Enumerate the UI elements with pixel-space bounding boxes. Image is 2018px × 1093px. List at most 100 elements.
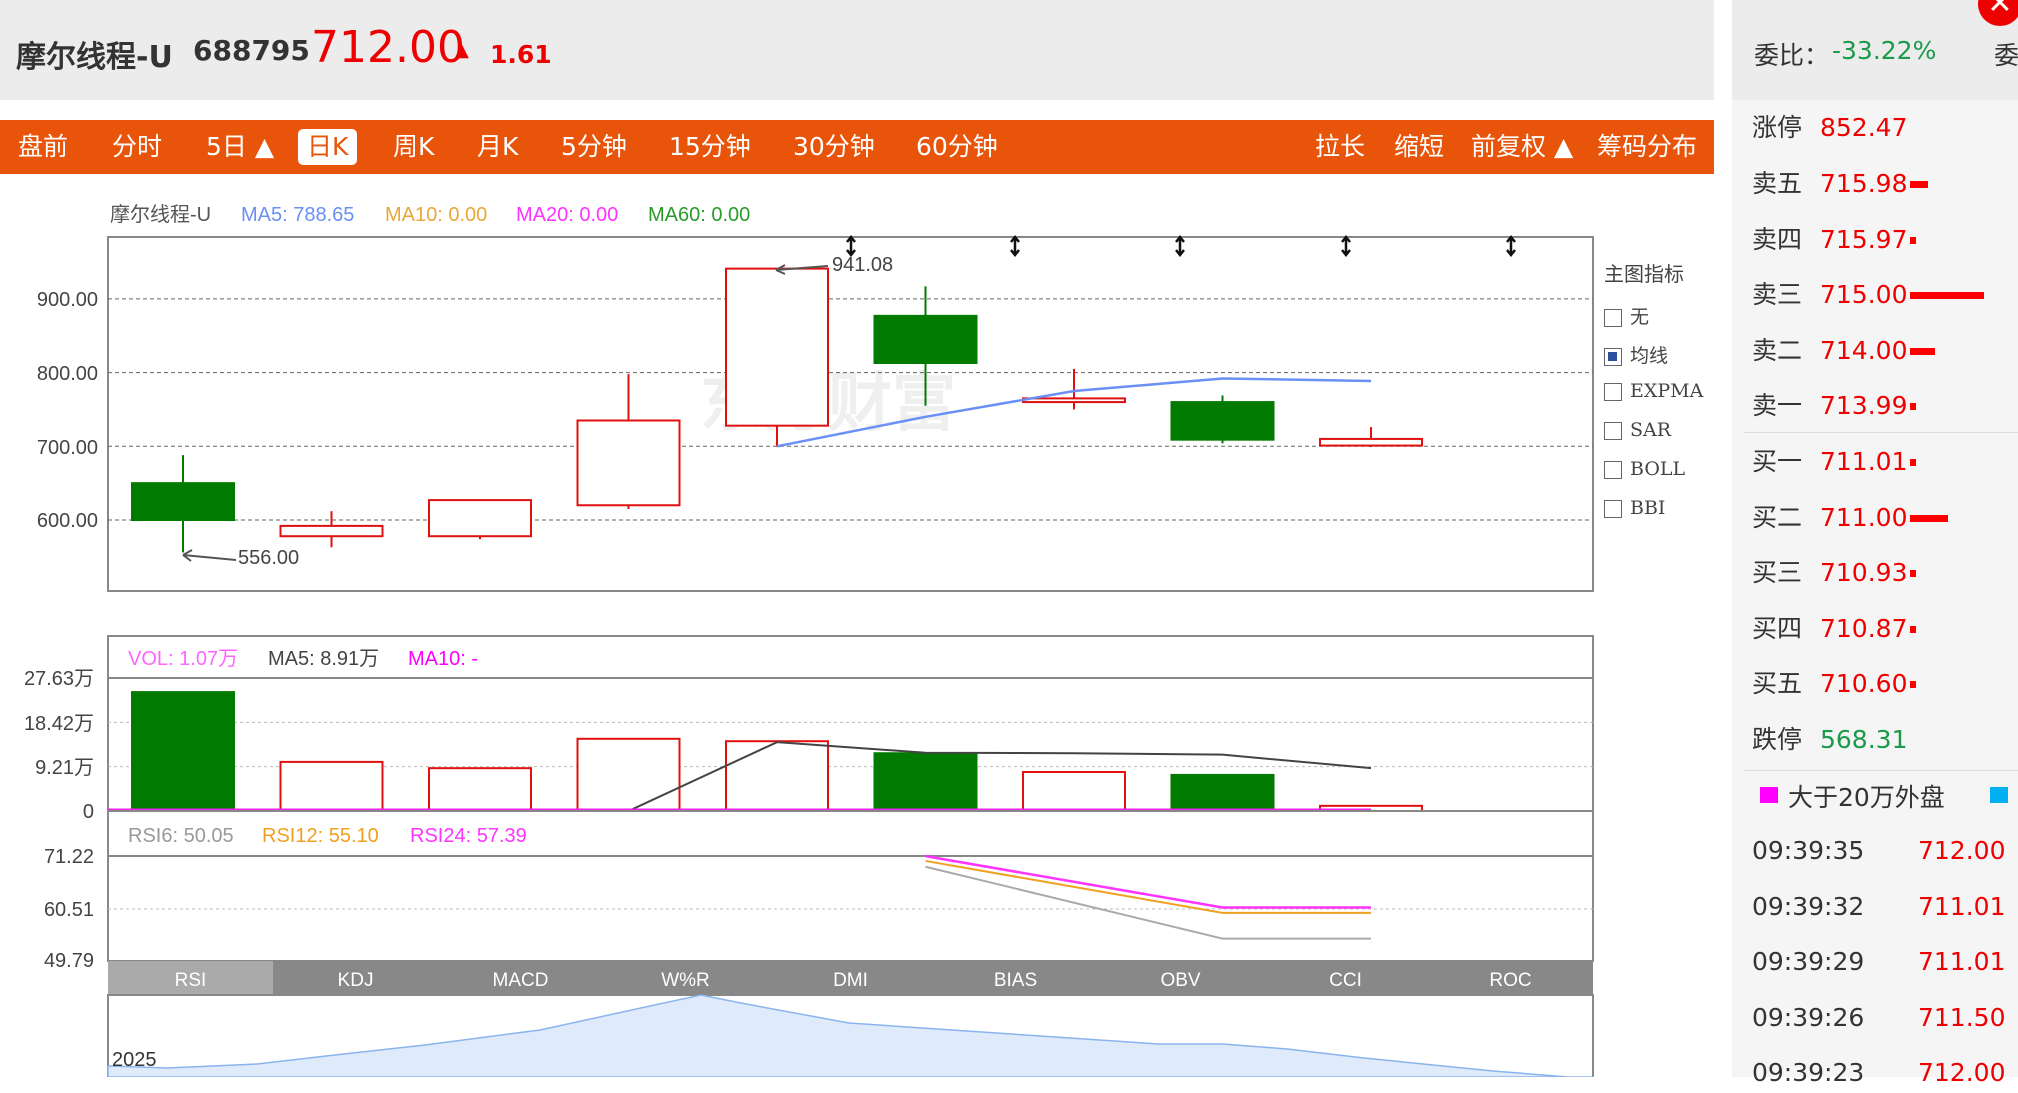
candle-body: [576, 419, 681, 507]
date-marker-icon: [1341, 234, 1351, 258]
volume-bar: [1910, 625, 1916, 633]
trade-time: 09:39:29: [1752, 947, 1865, 976]
level-label: 卖五: [1752, 169, 1803, 198]
level-price: 714.00: [1820, 335, 1908, 365]
level-label: 卖四: [1752, 224, 1803, 254]
candle-body: [279, 524, 384, 538]
bid-row: 买四 710.87: [1752, 609, 1916, 649]
trade-time: 09:39:35: [1752, 836, 1865, 865]
limit-up-row: 涨停 852.47: [1752, 108, 1907, 148]
main-indicator-title: 主图指标: [1604, 262, 1684, 286]
indicator-option[interactable]: BOLL: [1604, 458, 1685, 480]
candle-body: [725, 267, 829, 427]
level-price: 711.00: [1820, 502, 1908, 532]
candle-body: [1319, 437, 1423, 447]
vol-ma5-legend: MA5: 8.91万: [268, 648, 379, 670]
rsi-tick: 49.79: [44, 950, 94, 972]
order-ratio-bar: 委比： -33.22% 委 ✕: [1732, 0, 2018, 100]
trade-price: 711.50: [1918, 1002, 2006, 1032]
volume-bar: [428, 767, 532, 812]
trade-row: 09:39:26 711.50: [1752, 998, 2012, 1038]
volume-bar: [131, 691, 235, 813]
level-label: 买一: [1752, 447, 1803, 476]
trade-time: 09:39:26: [1752, 1002, 1865, 1032]
level-price: 715.97: [1820, 224, 1908, 254]
overview-navigator[interactable]: [107, 994, 1594, 1077]
divider: [1744, 432, 2018, 433]
indicator-option-label: 均线: [1630, 345, 1669, 367]
date-marker-icon: [1506, 234, 1516, 258]
level-label: 卖二: [1752, 335, 1803, 365]
indicator-option[interactable]: 无: [1604, 302, 1649, 329]
volume-bar: [725, 740, 829, 813]
indicator-tab-label: RSI: [175, 970, 207, 991]
volume-bar: [1910, 681, 1916, 688]
indicator-tab-label: DMI: [833, 970, 868, 991]
volume-grid: [108, 721, 1593, 768]
legend-ma5: MA5: 788.65: [241, 204, 354, 226]
low-annotation: 556.00: [238, 547, 299, 569]
checkbox-icon[interactable]: [1604, 383, 1622, 401]
level-price: 710.60: [1820, 669, 1908, 698]
indicator-tab-label: OBV: [1160, 970, 1200, 991]
volume-bar: [1910, 181, 1928, 188]
trade-price: 711.01: [1918, 891, 2006, 921]
trade-price: 712.00: [1918, 836, 2006, 865]
volume-bar: [279, 760, 384, 812]
level-label: 卖一: [1752, 391, 1803, 420]
low-arrow-icon: [182, 549, 237, 562]
level-price: 713.99: [1820, 391, 1908, 420]
indicator-tab-label: W%R: [661, 970, 710, 991]
checkbox-icon[interactable]: [1604, 461, 1622, 479]
trade-row: 09:39:23 712.00: [1752, 1053, 2012, 1093]
volume-bar: [576, 737, 681, 813]
indicator-option[interactable]: EXPMA: [1604, 380, 1703, 402]
legend-ma60: MA60: 0.00: [648, 204, 750, 226]
price-tick: 900.00: [37, 289, 98, 311]
candle-body: [873, 314, 978, 365]
rsi-tick: 71.22: [44, 846, 94, 868]
indicator-tab-label: ROC: [1489, 970, 1531, 991]
candle-body: [428, 499, 532, 538]
legend-ma10: MA10: 0.00: [385, 204, 487, 226]
ask-row: 卖五 715.98: [1752, 164, 1928, 204]
trade-time: 09:39:32: [1752, 891, 1865, 921]
ask-row: 卖二 714.00: [1752, 331, 1935, 371]
bid-row: 买一 711.01: [1752, 442, 1916, 482]
legend-ma20: MA20: 0.00: [516, 204, 618, 226]
bid-row: 买二 711.00: [1752, 498, 1948, 538]
indicator-option[interactable]: SAR: [1604, 419, 1671, 441]
volume-bar: [1910, 347, 1935, 355]
ask-row: 卖三 715.00: [1752, 275, 1984, 315]
indicator-option[interactable]: 均线: [1604, 341, 1668, 368]
rsi24-legend: RSI24: 57.39: [410, 825, 527, 847]
level-label: 买四: [1752, 613, 1803, 643]
rsi-lines: [925, 854, 1371, 940]
close-icon[interactable]: ✕: [1978, 0, 2018, 26]
indicator-option-label: SAR: [1630, 419, 1672, 441]
legend-name: 摩尔线程-U: [110, 203, 211, 226]
date-marker-icon: [1175, 234, 1185, 258]
checkbox-icon[interactable]: [1604, 348, 1622, 366]
volume-bar: [1910, 236, 1916, 244]
trade-row: 09:39:32 711.01: [1752, 887, 2012, 927]
date-marker-icon: [1010, 234, 1020, 258]
overview-year: 2025: [112, 1049, 157, 1071]
kline-chart[interactable]: 摩尔线程-U MA5: 788.65 MA10: 0.00 MA20: 0.00…: [0, 0, 1714, 1077]
level-price: 852.47: [1820, 113, 1908, 142]
indicator-option[interactable]: BBI: [1604, 497, 1665, 519]
checkbox-icon[interactable]: [1604, 309, 1622, 327]
price-tick: 800.00: [37, 363, 98, 385]
volume-bars: [108, 691, 1423, 813]
bid-row: 买五 710.60: [1752, 664, 1916, 704]
vol-tick: 0: [83, 801, 94, 823]
checkbox-icon[interactable]: [1604, 422, 1622, 440]
trade-legend-label: 大于20万外盘: [1788, 783, 1945, 812]
volume-bar: [1910, 292, 1984, 299]
checkbox-icon[interactable]: [1604, 500, 1622, 518]
trade-row: 09:39:35 712.00: [1752, 831, 2012, 871]
vol-legend: VOL: 1.07万: [128, 648, 238, 670]
date-marker-icon: [846, 234, 856, 258]
candle-body: [1022, 397, 1126, 404]
indicator-option-label: EXPMA: [1630, 380, 1704, 402]
